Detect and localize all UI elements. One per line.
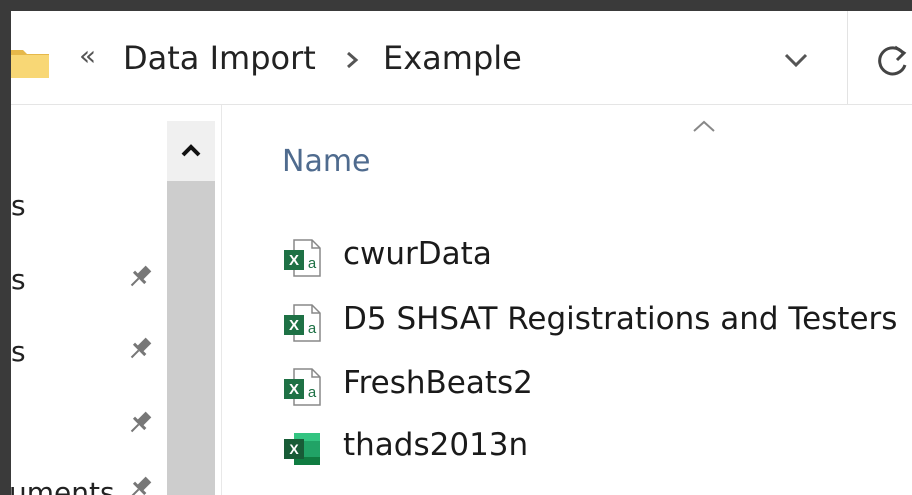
- refresh-icon[interactable]: [873, 41, 912, 81]
- svg-text:X: X: [289, 317, 299, 334]
- pin-icon[interactable]: [125, 334, 155, 364]
- svg-text:X: X: [289, 381, 299, 398]
- nav-item[interactable]: s: [11, 189, 26, 222]
- file-row[interactable]: X thads2013n: [282, 423, 912, 473]
- csv-excel-icon: X a: [284, 304, 321, 342]
- file-explorer-window: « Data Import Example s s s uments Name …: [11, 11, 912, 495]
- svg-text:a: a: [308, 320, 317, 337]
- address-divider: [847, 11, 848, 104]
- nav-item[interactable]: uments: [11, 476, 115, 495]
- file-name: D5 SHSAT Registrations and Testers: [343, 301, 898, 337]
- nav-item[interactable]: s: [11, 335, 26, 368]
- svg-text:X: X: [289, 441, 299, 457]
- column-header-name[interactable]: Name: [282, 144, 371, 179]
- file-row[interactable]: X a cwurData: [282, 232, 912, 282]
- csv-excel-icon: X a: [284, 239, 321, 277]
- svg-text:a: a: [308, 384, 317, 401]
- file-name: FreshBeats2: [343, 365, 533, 401]
- folder-icon: [11, 50, 49, 78]
- breadcrumb-data-import[interactable]: Data Import: [123, 39, 316, 77]
- excel-workbook-icon: X: [284, 433, 320, 465]
- svg-text:X: X: [289, 252, 299, 269]
- pin-icon[interactable]: [125, 262, 155, 292]
- file-name: cwurData: [343, 236, 492, 272]
- breadcrumb-separator-icon[interactable]: [341, 49, 363, 71]
- pane-divider[interactable]: [221, 105, 222, 495]
- pin-icon[interactable]: [125, 408, 155, 438]
- breadcrumb-example[interactable]: Example: [383, 39, 522, 77]
- nav-item[interactable]: s: [11, 263, 26, 296]
- svg-text:a: a: [308, 255, 317, 272]
- overflow-chevron[interactable]: «: [79, 39, 96, 72]
- chevron-up-icon[interactable]: [167, 121, 215, 181]
- file-row[interactable]: X a D5 SHSAT Registrations and Testers: [282, 297, 912, 347]
- pin-icon[interactable]: [125, 473, 155, 495]
- chevron-down-icon[interactable]: [781, 45, 811, 75]
- sort-up-caret-icon: [693, 120, 715, 132]
- file-row[interactable]: X a FreshBeats2: [282, 361, 912, 411]
- file-name: thads2013n: [343, 427, 529, 463]
- csv-excel-icon: X a: [284, 368, 321, 406]
- address-bar[interactable]: « Data Import Example: [11, 11, 912, 105]
